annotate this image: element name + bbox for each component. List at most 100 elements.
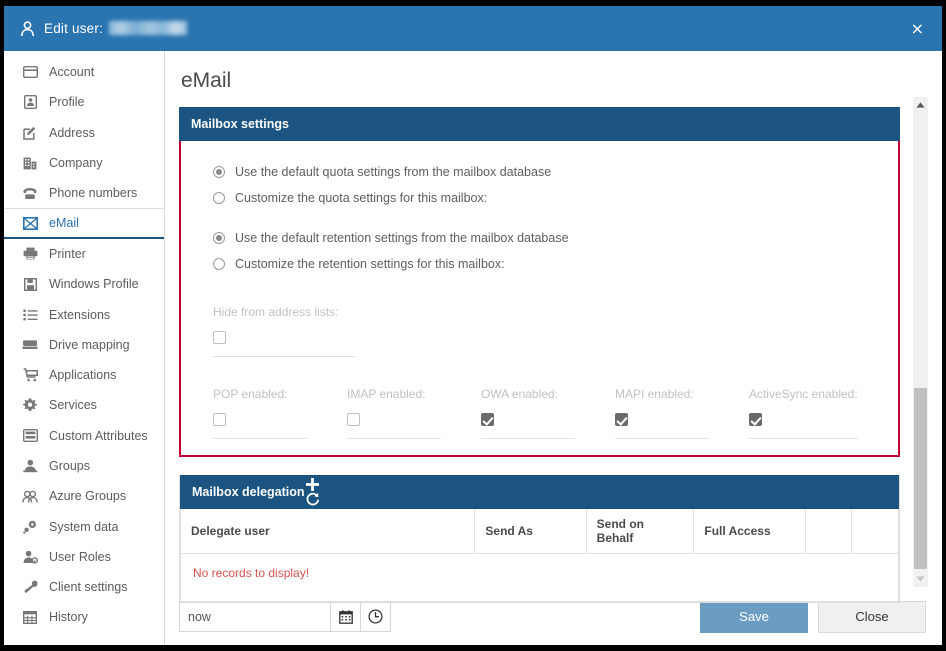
quota-option-label: Customize the quota settings for this ma…	[235, 191, 488, 205]
refresh-icon[interactable]	[305, 492, 320, 507]
sidebar-item-phone-numbers[interactable]: Phone numbers	[4, 178, 164, 208]
sidebar-item-extensions[interactable]: Extensions	[4, 299, 164, 329]
mailbox-settings-header: Mailbox settings	[179, 107, 900, 141]
system-data-icon	[20, 519, 40, 535]
close-button[interactable]: Close	[818, 600, 926, 633]
profile-icon	[20, 94, 40, 110]
sidebar-item-label: Custom Attributes	[49, 428, 148, 443]
column-header-send-as[interactable]: Send As	[474, 509, 587, 554]
sidebar-item-label: Profile	[49, 95, 85, 110]
edit-user-dialog: Edit user: × Account Profile Address Com…	[4, 6, 942, 645]
hide-from-address-lists-field: Hide from address lists:	[213, 305, 355, 357]
retention-option-custom[interactable]: Customize the retention settings for thi…	[213, 253, 898, 275]
delegation-table: Delegate user Send As Send on Behalf Ful…	[179, 509, 899, 602]
sidebar-item-label: Applications	[49, 368, 117, 383]
activesync-enabled-checkbox[interactable]	[748, 413, 762, 426]
sidebar-item-services[interactable]: Services	[4, 390, 164, 420]
column-header-send-on-behalf[interactable]: Send on Behalf	[585, 509, 695, 554]
retention-option-label: Customize the retention settings for thi…	[235, 257, 505, 271]
owa-enabled-field: OWA enabled:	[480, 387, 575, 439]
sidebar-item-windows-profile[interactable]: Windows Profile	[4, 269, 164, 299]
calendar-icon[interactable]	[331, 601, 361, 632]
sidebar-item-drive-mapping[interactable]: Drive mapping	[4, 330, 164, 360]
owa-enabled-checkbox[interactable]	[480, 413, 494, 426]
sidebar-item-label: Extensions	[49, 307, 111, 322]
quota-option-custom[interactable]: Customize the quota settings for this ma…	[213, 187, 898, 209]
clock-icon[interactable]	[361, 601, 391, 632]
sidebar-item-client-settings[interactable]: Client settings	[4, 572, 164, 602]
imap-enabled-checkbox[interactable]	[346, 413, 360, 426]
sidebar-item-label: User Roles	[49, 549, 111, 564]
retention-option-label: Use the default retention settings from …	[235, 231, 569, 245]
dialog-body: Account Profile Address Company Phone nu…	[4, 51, 942, 645]
datetime-group	[179, 601, 391, 632]
hide-from-address-lists-checkbox[interactable]	[213, 331, 226, 344]
retention-option-default[interactable]: Use the default retention settings from …	[213, 227, 898, 249]
sidebar-item-label: Drive mapping	[49, 337, 130, 352]
mailbox-delegation-title: Mailbox delegation	[192, 485, 305, 499]
column-header-delegate-user[interactable]: Delegate user	[179, 509, 476, 554]
sidebar-item-label: System data	[49, 519, 119, 534]
save-button[interactable]: Save	[700, 600, 808, 633]
sidebar-item-profile[interactable]: Profile	[4, 87, 164, 117]
table-row: No records to display!	[180, 553, 899, 602]
scrollbar-track[interactable]	[913, 113, 928, 571]
sidebar-item-applications[interactable]: Applications	[4, 360, 164, 390]
radio-retention-custom[interactable]	[213, 258, 225, 270]
column-header-blank-2	[851, 509, 899, 554]
azure-group-icon	[20, 488, 40, 504]
main-scroll-region: eMail Mailbox settings Use the default q…	[165, 51, 942, 603]
datetime-input[interactable]	[179, 601, 331, 632]
sidebar-item-email[interactable]: eMail	[4, 208, 164, 239]
vertical-scrollbar[interactable]	[913, 97, 928, 587]
radio-quota-custom[interactable]	[213, 192, 225, 204]
scrollbar-thumb[interactable]	[914, 387, 927, 569]
column-header-blank-1	[804, 509, 853, 554]
page-title: eMail	[181, 69, 232, 92]
sidebar-item-user-roles[interactable]: User Roles	[4, 542, 164, 572]
sidebar-item-printer[interactable]: Printer	[4, 239, 164, 269]
sidebar-item-custom-attributes[interactable]: Custom Attributes	[4, 421, 164, 451]
mapi-enabled-label: MAPI enabled:	[614, 387, 694, 401]
building-icon	[20, 155, 40, 171]
sidebar-item-label: History	[49, 610, 88, 625]
activesync-enabled-label: ActiveSync enabled:	[748, 387, 858, 401]
mapi-enabled-field: MAPI enabled:	[614, 387, 709, 439]
wrench-icon	[20, 579, 40, 595]
imap-enabled-label: IMAP enabled:	[346, 387, 426, 401]
list-icon	[20, 307, 40, 323]
sidebar-item-account[interactable]: Account	[4, 57, 164, 87]
sidebar-item-azure-groups[interactable]: Azure Groups	[4, 481, 164, 511]
user-key-icon	[20, 549, 40, 565]
dialog-title: Edit user:	[44, 21, 188, 36]
phone-icon	[20, 185, 40, 201]
cart-icon	[20, 367, 40, 383]
mailbox-delegation-header: Mailbox delegation	[180, 475, 899, 509]
field-underline	[346, 438, 441, 439]
triangle-down-icon[interactable]	[913, 571, 928, 587]
sidebar-item-system-data[interactable]: System data	[4, 511, 164, 541]
sidebar-item-history[interactable]: History	[4, 602, 164, 632]
plus-icon[interactable]	[305, 477, 320, 492]
sidebar-item-label: Printer	[49, 246, 86, 261]
sidebar: Account Profile Address Company Phone nu…	[4, 51, 165, 645]
imap-enabled-field: IMAP enabled:	[346, 387, 441, 439]
mapi-enabled-checkbox[interactable]	[614, 413, 628, 426]
column-header-full-access[interactable]: Full Access	[693, 509, 806, 554]
sidebar-item-label: Address	[49, 125, 95, 140]
sidebar-item-label: Client settings	[49, 580, 128, 595]
sidebar-item-groups[interactable]: Groups	[4, 451, 164, 481]
field-underline	[614, 438, 709, 439]
history-icon	[20, 609, 40, 625]
sidebar-item-address[interactable]: Address	[4, 118, 164, 148]
radio-retention-default[interactable]	[213, 232, 225, 244]
activesync-enabled-field: ActiveSync enabled:	[748, 387, 859, 439]
sidebar-item-label: eMail	[49, 216, 79, 231]
radio-quota-default[interactable]	[213, 166, 225, 178]
triangle-up-icon[interactable]	[913, 97, 928, 113]
quota-option-default[interactable]: Use the default quota settings from the …	[213, 161, 898, 183]
table-header-row: Delegate user Send As Send on Behalf Ful…	[179, 509, 899, 554]
pop-enabled-checkbox[interactable]	[213, 413, 226, 426]
close-icon[interactable]: ×	[911, 20, 924, 37]
sidebar-item-company[interactable]: Company	[4, 148, 164, 178]
